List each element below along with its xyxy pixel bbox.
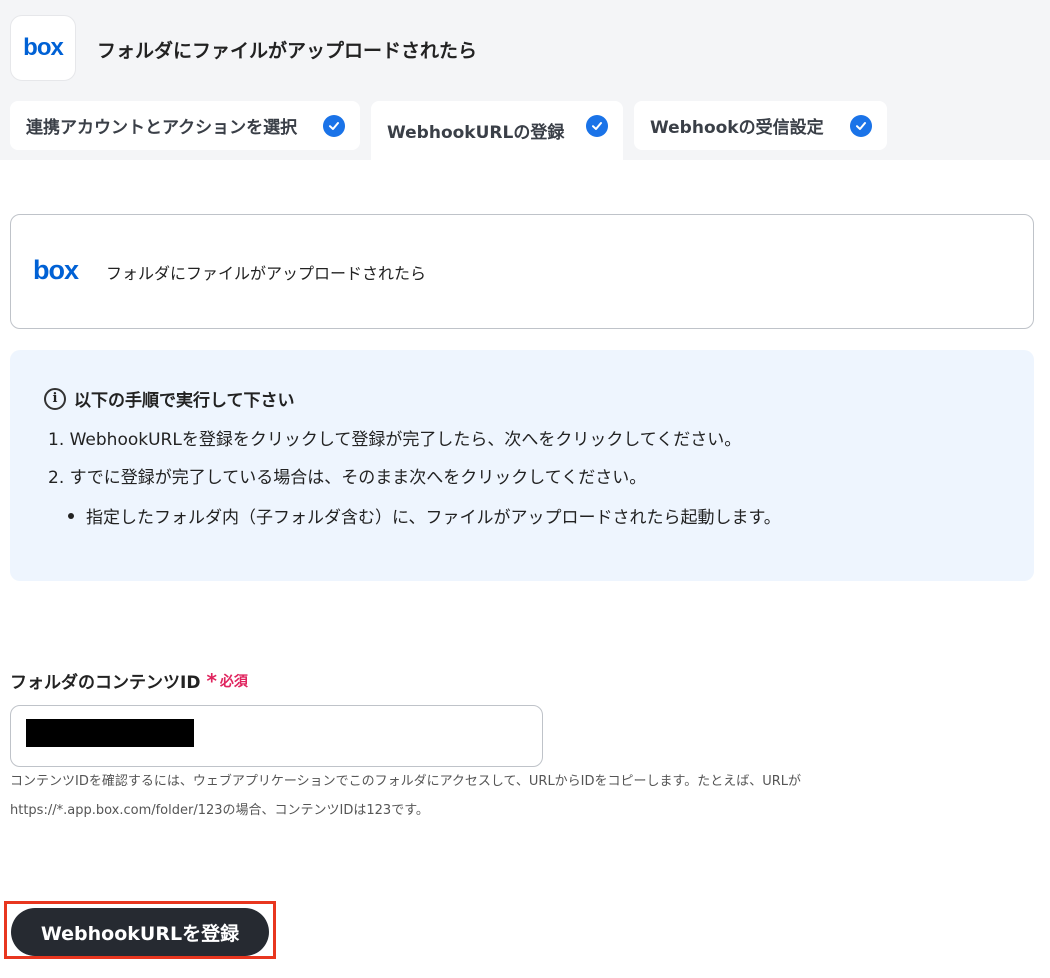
instructions-title: i 以下の手順で実行して下さい	[44, 386, 295, 411]
instruction-bullet-text: 指定したフォルダ内（子フォルダ含む）に、ファイルがアップロードされたら起動します…	[86, 508, 781, 528]
tab-label: Webhookの受信設定	[650, 118, 824, 138]
content-id-help-line-2: https://*.app.box.com/folder/123の場合、コンテン…	[10, 803, 429, 818]
instruction-step-1: 1. WebhookURLを登録をクリックして登録が完了したら、次へをクリックし…	[48, 430, 742, 450]
tab-account-action[interactable]: 連携アカウントとアクションを選択	[10, 101, 360, 150]
content-id-label-text: フォルダのコンテンツID	[10, 673, 201, 693]
trigger-label: フォルダにファイルがアップロードされたら	[106, 264, 427, 283]
content-id-label: フォルダのコンテンツID * 必須	[10, 668, 248, 694]
tab-label: WebhookURLの登録	[387, 123, 565, 143]
register-webhook-url-button[interactable]: WebhookURLを登録	[11, 908, 269, 956]
trigger-card: box フォルダにファイルがアップロードされたら	[10, 214, 1034, 329]
tab-webhook-receive-settings[interactable]: Webhookの受信設定	[634, 101, 887, 150]
check-circle-icon	[323, 115, 345, 137]
page-title: フォルダにファイルがアップロードされたら	[97, 40, 478, 62]
required-asterisk: *	[206, 668, 217, 693]
bullet-dot	[68, 513, 74, 519]
tab-webhook-url-register[interactable]: WebhookURLの登録	[371, 101, 623, 160]
redacted-value	[26, 719, 194, 747]
check-circle-icon	[850, 115, 872, 137]
box-app-logo: box	[10, 15, 76, 81]
instructions-box: i 以下の手順で実行して下さい 1. WebhookURLを登録をクリックして登…	[10, 350, 1034, 581]
instructions-title-text: 以下の手順で実行して下さい	[74, 391, 295, 411]
instruction-step-2: 2. すでに登録が完了している場合は、そのまま次へをクリックしてください。	[48, 468, 647, 488]
check-circle-icon	[586, 115, 608, 137]
box-logo: box	[33, 255, 79, 285]
instruction-bullet: 指定したフォルダ内（子フォルダ含む）に、ファイルがアップロードされたら起動します…	[68, 503, 781, 528]
required-badge: 必須	[219, 673, 248, 690]
flow-header: box フォルダにファイルがアップロードされたら 連携アカウントとアクションを選…	[0, 0, 1050, 160]
content-id-input[interactable]	[10, 705, 543, 767]
content-id-help-line-1: コンテンツIDを確認するには、ウェブアプリケーションでこのフォルダにアクセスして…	[10, 774, 802, 789]
info-icon: i	[44, 387, 66, 410]
tab-label: 連携アカウントとアクションを選択	[26, 118, 298, 138]
box-logo-text: box	[23, 34, 64, 61]
